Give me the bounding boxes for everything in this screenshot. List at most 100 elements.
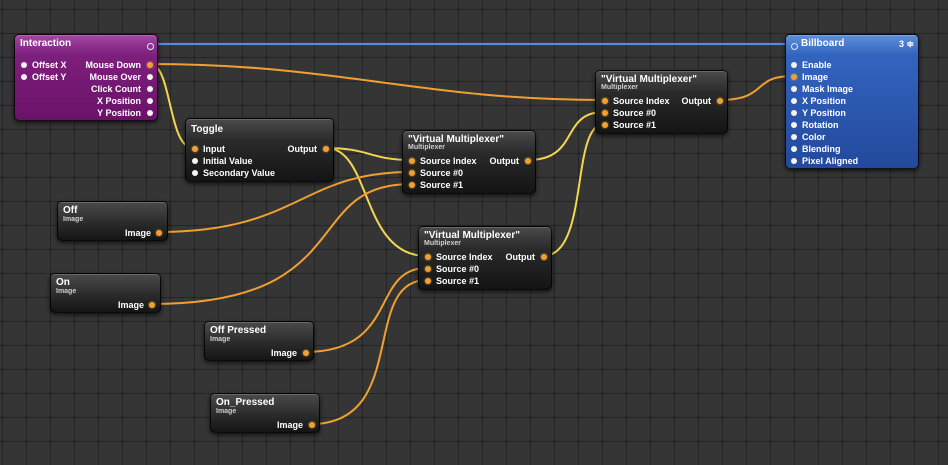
input-label: Source #0 <box>613 108 657 118</box>
input-port-y-position[interactable] <box>791 110 797 116</box>
virtual-multiplexer-node-middle[interactable]: "Virtual Multiplexer" Multiplexer Source… <box>402 130 536 194</box>
image-node-off-pressed[interactable]: Off Pressed Image Image <box>204 321 314 361</box>
output-port-mouse-over[interactable] <box>147 74 153 80</box>
input-port-input[interactable] <box>192 146 198 152</box>
input-label: Pixel Aligned <box>802 156 859 166</box>
input-label: Source #1 <box>420 180 464 190</box>
interaction-node[interactable]: Interaction Offset X Offset Y Mouse Down… <box>14 34 158 121</box>
input-label: X Position <box>802 96 847 106</box>
output-port-y-position[interactable] <box>147 110 153 116</box>
input-port-source-1[interactable] <box>409 182 415 188</box>
patch-port-icon[interactable] <box>791 43 798 50</box>
output-label: Click Count <box>90 84 141 94</box>
patch-port-icon[interactable] <box>147 43 154 50</box>
wire-mousedown-to-vmux-top <box>149 63 605 101</box>
input-port-initial-value[interactable] <box>192 158 198 164</box>
node-subtitle: Image <box>56 288 77 295</box>
output-port-image[interactable] <box>303 350 309 356</box>
output-port-mouse-down[interactable] <box>147 62 153 68</box>
virtual-multiplexer-node-lower[interactable]: "Virtual Multiplexer" Multiplexer Source… <box>418 226 552 290</box>
output-label: Mouse Over <box>89 72 141 82</box>
wire-on-to-vmux-mid <box>150 183 412 305</box>
output-label: Output <box>287 144 318 154</box>
input-port-source-index[interactable] <box>409 158 415 164</box>
input-port-source-index[interactable] <box>425 254 431 260</box>
node-subtitle: Image <box>210 336 231 343</box>
wire-vmux-mid-to-vmux-top <box>527 111 605 161</box>
patch-editor-canvas[interactable]: Interaction Offset X Offset Y Mouse Down… <box>0 0 948 465</box>
input-port-source-0[interactable] <box>409 170 415 176</box>
image-node-off[interactable]: Off Image Image <box>57 201 168 241</box>
input-label: Rotation <box>802 120 839 130</box>
node-subtitle: Multiplexer <box>408 144 445 151</box>
node-subtitle: Multiplexer <box>601 84 638 91</box>
input-port-rotation[interactable] <box>791 122 797 128</box>
input-label: Source Index <box>420 156 477 166</box>
virtual-multiplexer-node-top[interactable]: "Virtual Multiplexer" Multiplexer Source… <box>595 70 728 134</box>
output-label: Y Position <box>97 108 141 118</box>
output-port-image[interactable] <box>149 302 155 308</box>
wire-onpressed-to-vmux-low <box>310 279 428 425</box>
node-title: Billboard <box>801 38 845 49</box>
output-port-output[interactable] <box>717 98 723 104</box>
input-label: Image <box>802 72 829 82</box>
output-label: Mouse Down <box>85 60 142 70</box>
output-port-output[interactable] <box>525 158 531 164</box>
node-title: Interaction <box>20 38 72 49</box>
node-title: On_Pressed <box>216 397 275 408</box>
output-port-output[interactable] <box>323 146 329 152</box>
input-port-source-index[interactable] <box>602 98 608 104</box>
wire-vmux-top-to-billboard <box>717 75 794 101</box>
output-port-image[interactable] <box>156 230 162 236</box>
input-port-source-1[interactable] <box>425 278 431 284</box>
output-port-x-position[interactable] <box>147 98 153 104</box>
output-label: Output <box>489 156 520 166</box>
input-label: Y Position <box>802 108 846 118</box>
node-subtitle: Image <box>216 408 237 415</box>
output-label: Output <box>505 252 536 262</box>
output-label: Output <box>681 96 712 106</box>
input-label: Source #1 <box>613 120 657 130</box>
output-port-output[interactable] <box>541 254 547 260</box>
node-title: On <box>56 277 70 288</box>
input-port-enable[interactable] <box>791 62 797 68</box>
input-port-pixel-aligned[interactable] <box>791 158 797 164</box>
billboard-node[interactable]: Billboard 3 ≑ Enable Image Mask Image X … <box>785 34 919 169</box>
input-label: Source #1 <box>436 276 480 286</box>
input-label: Secondary Value <box>203 168 276 178</box>
input-port-offset-x[interactable] <box>21 62 27 68</box>
image-node-on[interactable]: On Image Image <box>50 273 161 313</box>
node-title: Off Pressed <box>210 325 267 336</box>
toggle-node[interactable]: Toggle Input Initial Value Secondary Val… <box>185 118 334 182</box>
output-label: Image <box>276 420 303 430</box>
wire-toggle-to-vmux-mid <box>325 147 412 161</box>
output-label: Image <box>117 300 144 310</box>
input-port-mask-image[interactable] <box>791 86 797 92</box>
input-port-color[interactable] <box>791 134 797 140</box>
input-label: Color <box>802 132 826 142</box>
input-port-image[interactable] <box>791 74 797 80</box>
output-port-image[interactable] <box>309 422 315 428</box>
input-label: Source #0 <box>436 264 480 274</box>
layer-order-badge[interactable]: 3 ≑ <box>899 39 914 50</box>
input-label: Enable <box>802 60 832 70</box>
image-node-on-pressed[interactable]: On_Pressed Image Image <box>210 393 320 433</box>
input-label: Offset X <box>32 60 67 70</box>
wire-offpressed-to-vmux-low <box>304 267 428 353</box>
input-label: Blending <box>802 144 841 154</box>
output-port-click-count[interactable] <box>147 86 153 92</box>
node-title: Off <box>63 205 78 216</box>
input-port-secondary-value[interactable] <box>192 170 198 176</box>
input-port-offset-y[interactable] <box>21 74 27 80</box>
output-label: Image <box>270 348 297 358</box>
input-label: Source Index <box>613 96 670 106</box>
input-port-blending[interactable] <box>791 146 797 152</box>
input-port-source-1[interactable] <box>602 122 608 128</box>
node-title: Toggle <box>191 124 224 135</box>
input-label: Source Index <box>436 252 493 262</box>
input-port-source-0[interactable] <box>602 110 608 116</box>
input-port-source-0[interactable] <box>425 266 431 272</box>
input-label: Mask Image <box>802 84 854 94</box>
input-label: Offset Y <box>32 72 67 82</box>
input-port-x-position[interactable] <box>791 98 797 104</box>
